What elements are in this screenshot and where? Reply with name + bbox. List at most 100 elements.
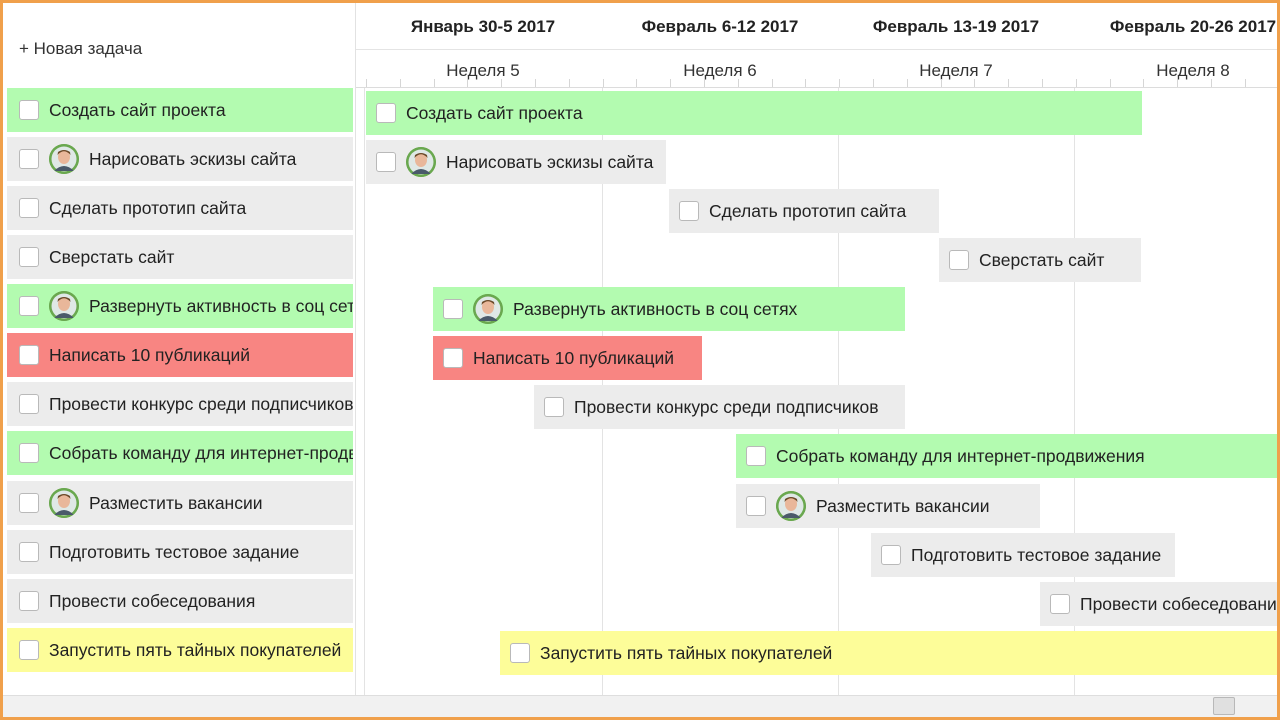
- gantt-bar[interactable]: Сверстать сайт: [939, 238, 1141, 282]
- checkbox[interactable]: [949, 250, 969, 270]
- task-row[interactable]: Подготовить тестовое задание: [7, 530, 353, 574]
- checkbox[interactable]: [19, 247, 39, 267]
- gantt-bar[interactable]: Провести собеседования: [1040, 582, 1277, 626]
- checkbox[interactable]: [19, 493, 39, 513]
- day-tick: [670, 79, 671, 87]
- avatar: [49, 488, 79, 518]
- task-label: Сделать прототип сайта: [709, 200, 907, 221]
- timeline-start-line: [364, 88, 365, 695]
- checkbox[interactable]: [19, 443, 39, 463]
- task-label: Сделать прототип сайта: [49, 197, 247, 218]
- checkbox[interactable]: [746, 496, 766, 516]
- task-label: Развернуть активность в соц сетях: [89, 295, 353, 316]
- day-tick: [1245, 79, 1246, 87]
- task-label: Провести конкурс среди подписчиков: [574, 396, 879, 417]
- task-label: Провести собеседования: [49, 590, 256, 611]
- task-row[interactable]: Нарисовать эскизы сайта: [7, 137, 353, 181]
- task-label: Нарисовать эскизы сайта: [89, 148, 297, 169]
- day-tick: [941, 79, 942, 87]
- new-task-button[interactable]: + Новая задача: [19, 39, 142, 59]
- checkbox[interactable]: [19, 542, 39, 562]
- day-tick: [974, 79, 975, 87]
- week-number-label: Неделя 8: [1156, 61, 1230, 80]
- task-label: Собрать команду для интернет-продвижения: [49, 442, 353, 463]
- task-label: Провести конкурс среди подписчиков: [49, 393, 353, 414]
- checkbox[interactable]: [544, 397, 564, 417]
- task-label: Создать сайт проекта: [406, 102, 583, 123]
- day-tick: [772, 79, 773, 87]
- day-tick: [1211, 79, 1212, 87]
- gantt-bar[interactable]: Провести конкурс среди подписчиков: [534, 385, 905, 429]
- day-tick: [467, 79, 468, 87]
- task-label: Провести собеседования: [1080, 593, 1277, 614]
- checkbox[interactable]: [376, 152, 396, 172]
- day-tick: [535, 79, 536, 87]
- task-row[interactable]: Развернуть активность в соц сетях: [7, 284, 353, 328]
- task-row[interactable]: Провести конкурс среди подписчиков: [7, 382, 353, 426]
- task-row[interactable]: Провести собеседования: [7, 579, 353, 623]
- task-row[interactable]: Собрать команду для интернет-продвижения: [7, 431, 353, 475]
- gantt-bar[interactable]: Собрать команду для интернет-продвижения: [736, 434, 1277, 478]
- checkbox[interactable]: [19, 345, 39, 365]
- gantt-bar[interactable]: Сделать прототип сайта: [669, 189, 939, 233]
- task-label: Написать 10 публикаций: [49, 344, 251, 365]
- week-number-label: Неделя 6: [683, 61, 757, 80]
- task-label: Запустить пять тайных покупателей: [49, 639, 342, 660]
- day-tick: [434, 79, 435, 87]
- task-row[interactable]: Создать сайт проекта: [7, 88, 353, 132]
- checkbox[interactable]: [679, 201, 699, 221]
- task-label: Запустить пять тайных покупателей: [540, 642, 833, 663]
- checkbox[interactable]: [19, 198, 39, 218]
- gantt-bar[interactable]: Создать сайт проекта: [366, 91, 1142, 135]
- avatar: [473, 294, 503, 324]
- checkbox[interactable]: [19, 296, 39, 316]
- checkbox[interactable]: [19, 100, 39, 120]
- checkbox[interactable]: [1050, 594, 1070, 614]
- timeline-header: Январь 30-5 2017 Февраль 6-12 2017 Февраль…: [356, 3, 1277, 88]
- scrollbar-thumb[interactable]: [1213, 697, 1235, 715]
- task-row[interactable]: Сверстать сайт: [7, 235, 353, 279]
- gantt-bar[interactable]: Запустить пять тайных покупателей: [500, 631, 1277, 675]
- gantt-bar[interactable]: Разместить вакансии: [736, 484, 1040, 528]
- day-tick: [636, 79, 637, 87]
- day-tick: [603, 79, 604, 87]
- day-tick: [1076, 79, 1077, 87]
- avatar: [776, 491, 806, 521]
- checkbox[interactable]: [19, 591, 39, 611]
- checkbox[interactable]: [510, 643, 530, 663]
- gantt-bar[interactable]: Подготовить тестовое задание: [871, 533, 1175, 577]
- task-row[interactable]: Разместить вакансии: [7, 481, 353, 525]
- task-row[interactable]: Запустить пять тайных покупателей: [7, 628, 353, 672]
- task-label: Собрать команду для интернет-продвижения: [776, 445, 1145, 466]
- gantt-bar[interactable]: Нарисовать эскизы сайта: [366, 140, 666, 184]
- checkbox[interactable]: [443, 299, 463, 319]
- gantt-chart[interactable]: Создать сайт проекта Нарисовать эскизы са…: [356, 88, 1277, 695]
- checkbox[interactable]: [19, 640, 39, 660]
- task-row[interactable]: Написать 10 публикаций: [7, 333, 353, 377]
- day-tick: [704, 79, 705, 87]
- horizontal-scrollbar[interactable]: [3, 695, 1277, 717]
- day-tick: [907, 79, 908, 87]
- day-tick: [366, 79, 367, 87]
- task-label: Нарисовать эскизы сайта: [446, 151, 654, 172]
- day-tick: [569, 79, 570, 87]
- checkbox[interactable]: [746, 446, 766, 466]
- header-divider: [356, 49, 1277, 50]
- checkbox[interactable]: [443, 348, 463, 368]
- avatar: [49, 144, 79, 174]
- day-tick: [1042, 79, 1043, 87]
- checkbox[interactable]: [19, 149, 39, 169]
- day-tick: [805, 79, 806, 87]
- task-label: Написать 10 публикаций: [473, 347, 675, 368]
- checkbox[interactable]: [19, 394, 39, 414]
- day-tick: [873, 79, 874, 87]
- day-tick: [839, 79, 840, 87]
- gantt-bar[interactable]: Написать 10 публикаций: [433, 336, 702, 380]
- checkbox[interactable]: [881, 545, 901, 565]
- task-row[interactable]: Сделать прототип сайта: [7, 186, 353, 230]
- task-label: Сверстать сайт: [979, 249, 1105, 270]
- week-number-label: Неделя 5: [446, 61, 520, 80]
- day-tick: [501, 79, 502, 87]
- checkbox[interactable]: [376, 103, 396, 123]
- gantt-bar[interactable]: Развернуть активность в соц сетях: [433, 287, 905, 331]
